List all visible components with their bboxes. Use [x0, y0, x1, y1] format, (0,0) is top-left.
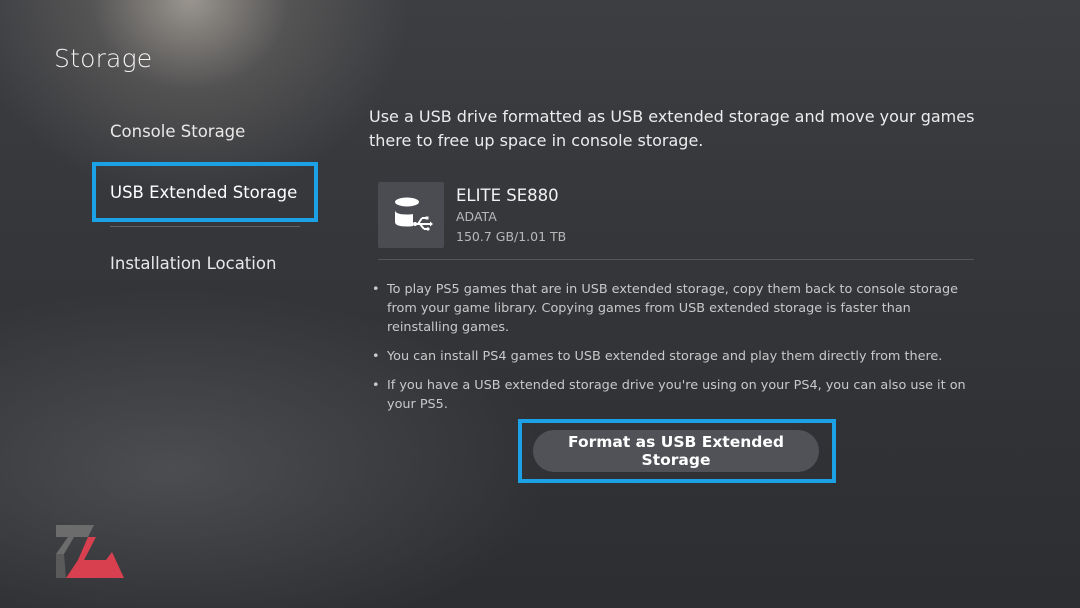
list-item: • You can install PS4 games to USB exten…: [369, 347, 979, 366]
format-usb-extended-storage-button[interactable]: Format as USB Extended Storage: [533, 430, 819, 472]
list-item: • If you have a USB extended storage dri…: [369, 376, 979, 414]
logo-red-shape: [66, 537, 124, 578]
note-text: If you have a USB extended storage drive…: [387, 378, 966, 412]
sidebar-item-console-storage[interactable]: Console Storage: [92, 102, 318, 160]
usb-storage-description: Use a USB drive formatted as USB extende…: [369, 107, 975, 150]
logo-gray-base: [56, 554, 66, 578]
page-title: Storage: [54, 44, 153, 73]
list-item: • To play PS5 games that are in USB exte…: [369, 280, 979, 337]
bullet: •: [372, 378, 380, 393]
device-capacity: 150.7 GB/1.01 TB: [456, 229, 567, 244]
usb-drive-icon: [378, 182, 444, 248]
sidebar-item-installation-location[interactable]: Installation Location: [92, 234, 318, 292]
device-brand: ADATA: [456, 209, 497, 224]
bullet: •: [372, 282, 380, 297]
device-divider: [378, 259, 974, 260]
logo-watermark: [54, 522, 126, 580]
sidebar-item-usb-extended-storage[interactable]: USB Extended Storage: [92, 162, 318, 222]
sidebar-item-label: USB Extended Storage: [110, 182, 298, 202]
bullet: •: [372, 349, 380, 364]
note-text: You can install PS4 games to USB extende…: [387, 349, 943, 364]
usb-device-card: ELITE SE880 ADATA 150.7 GB/1.01 TB: [378, 182, 974, 260]
sidebar-item-label: Installation Location: [110, 253, 277, 273]
note-text: To play PS5 games that are in USB extend…: [387, 282, 958, 335]
sidebar-item-label: Console Storage: [110, 121, 246, 141]
sidebar-divider: [110, 226, 300, 227]
storage-notes-list: • To play PS5 games that are in USB exte…: [369, 280, 979, 424]
device-name: ELITE SE880: [456, 186, 559, 205]
